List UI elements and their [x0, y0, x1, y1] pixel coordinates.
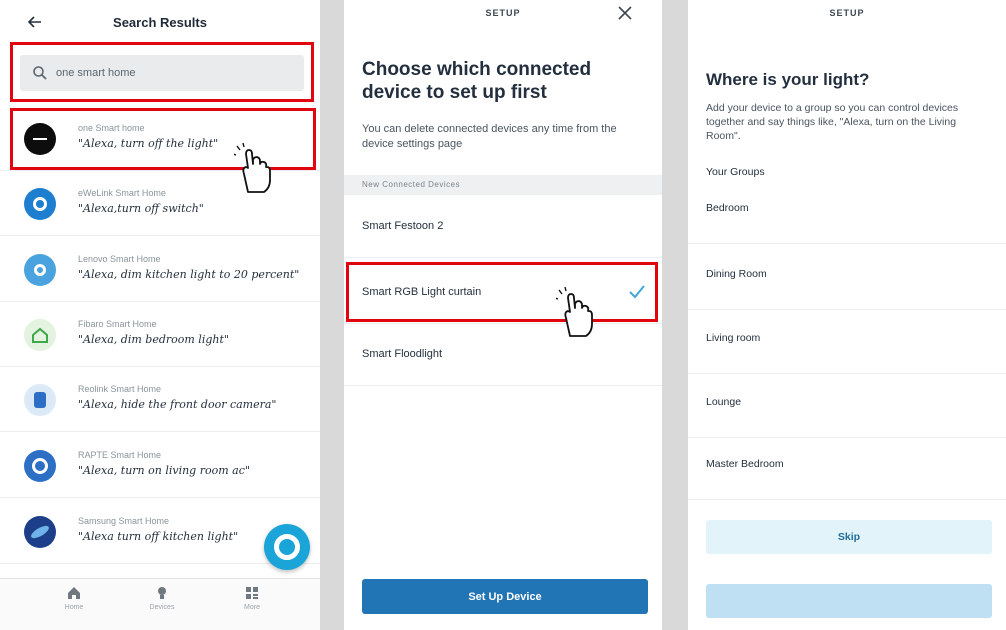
nav-item-devices[interactable]: Devices [132, 585, 192, 627]
group-name: Bedroom [706, 202, 749, 214]
result-phrase: "Alexa,turn off switch" [78, 202, 204, 215]
close-icon [618, 6, 632, 20]
grid-icon [246, 587, 258, 599]
result-item[interactable]: Lenovo Smart Home "Alexa, dim kitchen li… [0, 238, 320, 302]
device-option[interactable]: Smart Floodlight [344, 324, 662, 386]
pointer-hand-icon [556, 286, 593, 337]
page-title: Search Results [113, 14, 207, 30]
reolink-logo-icon [24, 384, 56, 416]
result-phrase: "Alexa, dim bedroom light" [78, 333, 229, 346]
group-option-dining-room[interactable]: Dining Room [688, 246, 1006, 310]
result-name: Reolink Smart Home [78, 384, 162, 394]
lightbulb-icon [158, 587, 166, 599]
back-button[interactable] [22, 10, 48, 34]
result-name: one Smart home [78, 123, 145, 133]
result-name: eWeLink Smart Home [78, 188, 166, 198]
skip-button[interactable]: Skip [706, 520, 992, 554]
one-smart-home-logo-icon [24, 123, 56, 155]
group-name: Dining Room [706, 268, 767, 280]
search-input[interactable]: one smart home [20, 55, 304, 91]
nav-label: More [244, 604, 260, 611]
ewelink-logo-icon [24, 188, 56, 220]
next-button-disabled [706, 584, 992, 618]
page-subtext: Add your device to a group so you can co… [706, 102, 959, 142]
choose-group-screen: SETUP Where is your light? Add your devi… [688, 0, 1006, 630]
result-item[interactable]: RAPTE Smart Home "Alexa, turn on living … [0, 434, 320, 498]
rapte-logo-icon [24, 450, 56, 482]
group-name: Master Bedroom [706, 458, 784, 470]
result-name: Samsung Smart Home [78, 516, 170, 526]
alexa-ring-icon [274, 534, 300, 560]
result-item[interactable]: Reolink Smart Home "Alexa, hide the fron… [0, 368, 320, 432]
group-option-bedroom[interactable]: Bedroom [688, 180, 1006, 244]
result-phrase: "Alexa, hide the front door camera" [78, 398, 277, 411]
search-icon [33, 66, 47, 80]
checkmark-icon [629, 285, 645, 299]
pointer-hand-icon [234, 142, 271, 193]
group-name: Living room [706, 332, 761, 344]
result-phrase: "Alexa, dim kitchen light to 20 percent" [78, 268, 300, 281]
arrow-left-icon [28, 16, 41, 28]
group-option-living-room[interactable]: Living room [688, 310, 1006, 374]
result-phrase: "Alexa, turn off the light" [78, 137, 219, 150]
group-name: Lounge [706, 396, 742, 408]
search-results-screen: Search Results one smart home one Smart … [0, 0, 320, 630]
result-phrase: "Alexa turn off kitchen light" [78, 530, 239, 543]
choose-device-screen: SETUP Choose which connected device to s… [344, 0, 662, 630]
result-name: Lenovo Smart Home [78, 254, 161, 264]
device-name: Smart Floodlight [362, 348, 443, 360]
device-option-selected[interactable]: Smart RGB Light curtain [344, 262, 662, 324]
header: Search Results [0, 0, 320, 44]
nav-label: Home [64, 604, 84, 611]
group-option-lounge[interactable]: Lounge [688, 374, 1006, 438]
group-option-master-bedroom[interactable]: Master Bedroom [688, 436, 1006, 500]
device-name: Smart Festoon 2 [362, 220, 444, 232]
set-up-device-button[interactable]: Set Up Device [362, 579, 648, 614]
device-name: Smart RGB Light curtain [362, 286, 482, 298]
nav-item-more[interactable]: More [222, 585, 282, 627]
bottom-nav: Home Devices More [0, 578, 320, 630]
result-item[interactable]: Fibaro Smart Home "Alexa, dim bedroom li… [0, 303, 320, 367]
groups-label: Your Groups [706, 166, 765, 178]
alexa-button[interactable] [264, 524, 310, 570]
lenovo-logo-icon [24, 254, 56, 286]
page-heading: Where is your light? [706, 70, 870, 89]
fibaro-logo-icon [24, 319, 56, 351]
home-icon [68, 587, 80, 599]
setup-header-title: SETUP [829, 8, 865, 18]
page-heading: Choose which connected device to set up … [362, 59, 592, 103]
nav-label: Devices [149, 604, 175, 611]
section-header: New Connected Devices [344, 175, 662, 195]
nav-item-home[interactable]: Home [44, 585, 104, 627]
page-subtext: You can delete connected devices any tim… [362, 123, 617, 150]
samsung-logo-icon [24, 516, 56, 548]
result-name: RAPTE Smart Home [78, 450, 162, 460]
result-phrase: "Alexa, turn on living room ac" [78, 464, 250, 477]
result-name: Fibaro Smart Home [78, 319, 157, 329]
search-value: one smart home [56, 67, 136, 79]
device-option[interactable]: Smart Festoon 2 [344, 196, 662, 258]
close-button[interactable] [614, 2, 636, 24]
